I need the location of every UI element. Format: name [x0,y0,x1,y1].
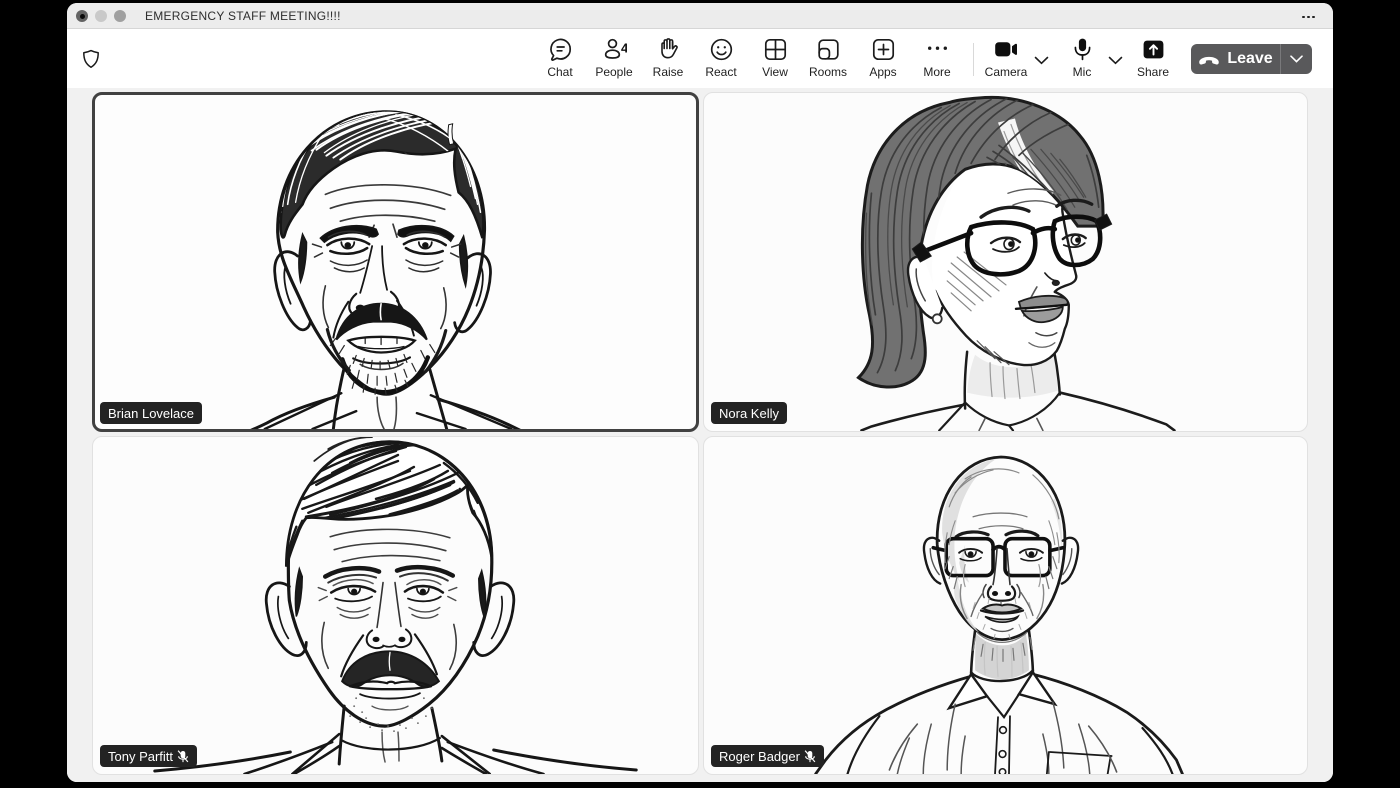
svg-text:4: 4 [621,41,627,56]
